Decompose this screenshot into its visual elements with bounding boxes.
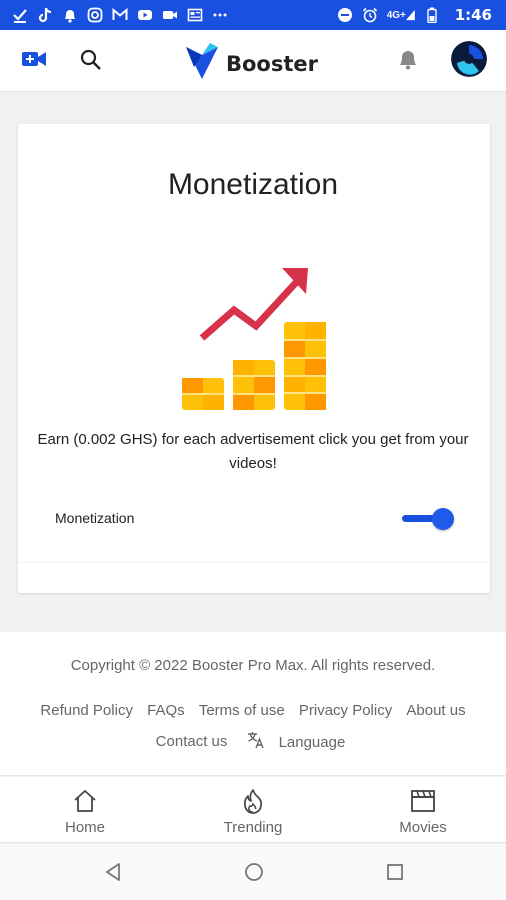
page-title: Monetization (167, 168, 339, 201)
app-header: Booster (0, 30, 506, 92)
fire-icon (193, 787, 313, 815)
news-icon (187, 7, 203, 23)
footer-links: Refund Policy FAQs Terms of use Privacy … (0, 702, 506, 719)
home-circle-icon[interactable] (244, 862, 264, 887)
notification-icons (12, 7, 228, 23)
clapperboard-icon (363, 787, 483, 815)
contact-us-link[interactable]: Contact us (156, 733, 228, 750)
tiktok-icon (37, 7, 53, 23)
terms-of-use-link[interactable]: Terms of use (199, 702, 285, 719)
recents-square-icon[interactable] (386, 862, 404, 887)
alarm-icon (362, 7, 378, 23)
back-icon[interactable] (104, 862, 122, 887)
instagram-icon (87, 7, 103, 23)
avatar[interactable] (451, 41, 487, 77)
signal-icon: 4G+ (387, 7, 415, 23)
nav-movies[interactable]: Movies (363, 787, 483, 836)
upload-video-icon[interactable] (22, 50, 46, 73)
gmail-icon (112, 7, 128, 23)
translate-icon (247, 731, 265, 753)
system-navigation-bar (0, 844, 506, 900)
network-type: 4G+ (386, 9, 406, 21)
status-bar: 4G+ 1:46 (0, 0, 506, 30)
language-label: Language (278, 733, 346, 751)
monetization-toggle-label: Monetization (55, 510, 135, 526)
nav-home[interactable]: Home (25, 787, 145, 836)
privacy-policy-link[interactable]: Privacy Policy (299, 702, 392, 719)
download-done-icon (12, 7, 28, 23)
search-icon[interactable] (80, 49, 102, 76)
dnd-icon (337, 7, 353, 23)
bottom-navigation: Home Trending Movies (0, 777, 506, 843)
language-selector[interactable]: Language (242, 731, 351, 753)
refund-policy-link[interactable]: Refund Policy (40, 702, 133, 719)
monetization-toggle[interactable] (402, 507, 454, 531)
booster-logo-icon (184, 41, 220, 86)
card-divider (18, 562, 490, 563)
nav-movies-label: Movies (399, 819, 447, 836)
app-logo[interactable]: Booster (184, 41, 318, 86)
nav-trending[interactable]: Trending (193, 787, 313, 836)
home-icon (25, 787, 145, 815)
about-us-link[interactable]: About us (406, 702, 465, 719)
app-name: Booster (226, 51, 318, 76)
earnings-growth-illustration (178, 262, 330, 417)
battery-icon (424, 7, 440, 23)
notifications-bell-icon[interactable] (398, 48, 418, 75)
bell-notification-icon (62, 7, 78, 23)
copyright-text: Copyright © 2022 Booster Pro Max. All ri… (70, 657, 436, 674)
footer-links-secondary: Contact us Language (0, 731, 506, 753)
nav-trending-label: Trending (223, 819, 283, 836)
video-camera-icon (162, 7, 178, 23)
footer: Copyright © 2022 Booster Pro Max. All ri… (0, 632, 506, 776)
system-status-icons: 4G+ 1:46 (337, 6, 492, 24)
toggle-knob[interactable] (432, 508, 454, 530)
earnings-description: Earn (0.002 GHS) for each advertisement … (37, 431, 469, 472)
clock: 1:46 (454, 6, 492, 24)
faqs-link[interactable]: FAQs (147, 702, 185, 719)
youtube-icon (137, 7, 153, 23)
more-dots-icon (212, 7, 228, 23)
nav-home-label: Home (64, 819, 105, 836)
